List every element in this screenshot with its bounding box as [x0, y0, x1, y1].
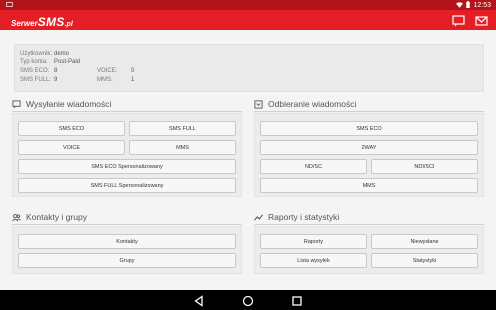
reports-buttons-box: Raporty Niewysłane Lista wysyłek Statyst… [254, 226, 484, 274]
inbox-icon [254, 99, 263, 109]
reports-header: Raporty i statystyki [254, 212, 339, 222]
contacts-title: Kontakty i grupy [26, 212, 87, 222]
android-notification-icon [6, 1, 13, 10]
send-sms-eco-personalized-button[interactable]: SMS ECO Spersonalizowany [18, 159, 236, 174]
recents-icon[interactable] [291, 294, 303, 306]
account-sms-eco-row: SMS ECO: 8 [20, 68, 58, 74]
reports-section: Raporty i statystyki Raporty Niewysłane … [254, 212, 484, 276]
account-mms-row: MMS: 1 [97, 77, 135, 83]
account-sms-full-row: SMS FULL: 9 [20, 77, 58, 83]
chat-icon [12, 99, 21, 109]
account-type-row: Typ konta: Post-Paid [20, 59, 81, 65]
receive-messages-header: Odbieranie wiadomości [254, 99, 356, 109]
statistics-button[interactable]: Statystyki [371, 253, 478, 268]
send-voice-button[interactable]: VOICE [18, 140, 125, 155]
send-messages-section: Wysyłanie wiadomości SMS ECO SMS FULL VO… [12, 99, 242, 199]
sent-list-button[interactable]: Lista wysyłek [260, 253, 367, 268]
receive-sms-eco-button[interactable]: SMS ECO [260, 121, 478, 136]
account-info-card: Użytkownik: demo Typ konta: Post-Paid SMS … [14, 44, 484, 92]
wifi-icon [456, 1, 464, 10]
mail-icon[interactable] [475, 14, 488, 26]
status-bar: 12:53 [0, 0, 496, 10]
receive-2way-button[interactable]: 2WAY [260, 140, 478, 155]
account-voice-row: VOICE: 0 [97, 68, 135, 74]
receive-nd-sc-button[interactable]: ND/SC [260, 159, 367, 174]
send-sms-eco-button[interactable]: SMS ECO [18, 121, 125, 136]
home-icon[interactable] [242, 294, 254, 307]
battery-icon [466, 1, 471, 10]
contacts-button[interactable]: Kontakty [18, 234, 236, 249]
reports-title: Raporty i statystyki [268, 212, 340, 222]
app-bar: SerwerSMS.pl [0, 10, 496, 30]
contacts-section: Kontakty i grupy Kontakty Grupy [12, 212, 242, 276]
receive-mms-button[interactable]: MMS [260, 178, 478, 193]
back-icon[interactable] [193, 294, 205, 307]
reports-button[interactable]: Raporty [260, 234, 367, 249]
receive-buttons-box: SMS ECO 2WAY ND/SC NDI/SCI MMS [254, 113, 484, 197]
divider [12, 224, 242, 225]
receive-messages-title: Odbieranie wiadomości [268, 99, 357, 109]
send-buttons-box: SMS ECO SMS FULL VOICE MMS SMS ECO Spers… [12, 113, 242, 197]
unsent-button[interactable]: Niewysłane [371, 234, 478, 249]
account-username-row: Użytkownik: demo [20, 51, 70, 57]
divider [254, 224, 484, 225]
send-sms-full-button[interactable]: SMS FULL [129, 121, 236, 136]
divider [12, 111, 242, 112]
divider [254, 111, 484, 112]
receive-messages-section: Odbieranie wiadomości SMS ECO 2WAY ND/SC… [254, 99, 484, 199]
people-icon [12, 213, 21, 222]
send-sms-full-personalized-button[interactable]: SMS FULL Spersonalizowany [18, 178, 236, 193]
send-mms-button[interactable]: MMS [129, 140, 236, 155]
status-time: 12:53 [473, 2, 491, 9]
contacts-buttons-box: Kontakty Grupy [12, 226, 242, 274]
send-messages-header: Wysyłanie wiadomości [12, 99, 111, 109]
navigation-bar [0, 290, 496, 310]
trend-chart-icon [254, 213, 263, 222]
receive-ndi-sci-button[interactable]: NDI/SCI [371, 159, 478, 174]
message-icon[interactable] [452, 14, 465, 27]
send-messages-title: Wysyłanie wiadomości [26, 99, 112, 109]
contacts-header: Kontakty i grupy [12, 212, 87, 222]
groups-button[interactable]: Grupy [18, 253, 236, 268]
app-logo: SerwerSMS.pl [11, 15, 73, 29]
